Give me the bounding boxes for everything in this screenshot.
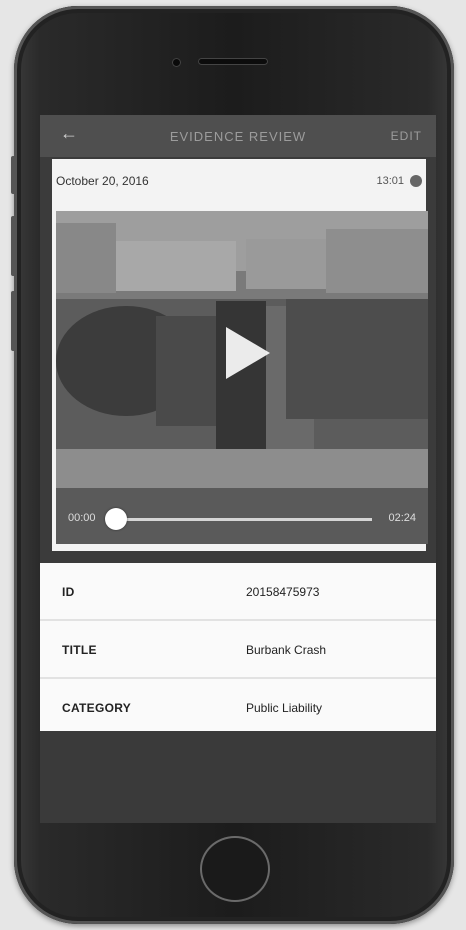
detail-value: 20158475973 [246, 585, 320, 599]
edit-button[interactable]: EDIT [391, 129, 422, 143]
start-time: 00:00 [68, 512, 96, 524]
detail-label: CATEGORY [62, 701, 132, 715]
video-player[interactable]: 00:00 02:24 [56, 211, 428, 544]
side-button [11, 156, 16, 194]
volume-down-button [11, 291, 16, 351]
progress-knob[interactable] [105, 508, 127, 530]
front-camera [172, 58, 181, 67]
home-button[interactable] [200, 836, 270, 902]
detail-row-id: ID 20158475973 [40, 563, 436, 621]
play-icon[interactable] [226, 327, 270, 379]
evidence-card: October 20, 2016 13:01 00:00 02:24 [52, 159, 428, 551]
evidence-date: October 20, 2016 [56, 174, 149, 188]
nav-bar: ← EVIDENCE REVIEW EDIT [40, 115, 436, 157]
detail-value: Public Liability [246, 701, 323, 715]
app-screen: ← EVIDENCE REVIEW EDIT October 20, 2016 … [40, 115, 436, 823]
volume-up-button [11, 216, 16, 276]
page-title: EVIDENCE REVIEW [169, 129, 307, 144]
screen-footer [40, 731, 436, 823]
detail-label: TITLE [62, 643, 97, 657]
detail-row-title: TITLE Burbank Crash [40, 621, 436, 679]
details-list: ID 20158475973 TITLE Burbank Crash CATEG… [40, 563, 436, 737]
earpiece-speaker [198, 58, 268, 65]
progress-track[interactable] [116, 518, 372, 521]
video-scrubber: 00:00 02:24 [56, 488, 428, 544]
end-time: 02:24 [388, 512, 416, 524]
detail-value: Burbank Crash [246, 643, 327, 657]
evidence-time: 13:01 [376, 175, 404, 187]
status-icon [410, 175, 422, 187]
detail-row-category: CATEGORY Public Liability [40, 679, 436, 737]
detail-label: ID [62, 585, 75, 599]
